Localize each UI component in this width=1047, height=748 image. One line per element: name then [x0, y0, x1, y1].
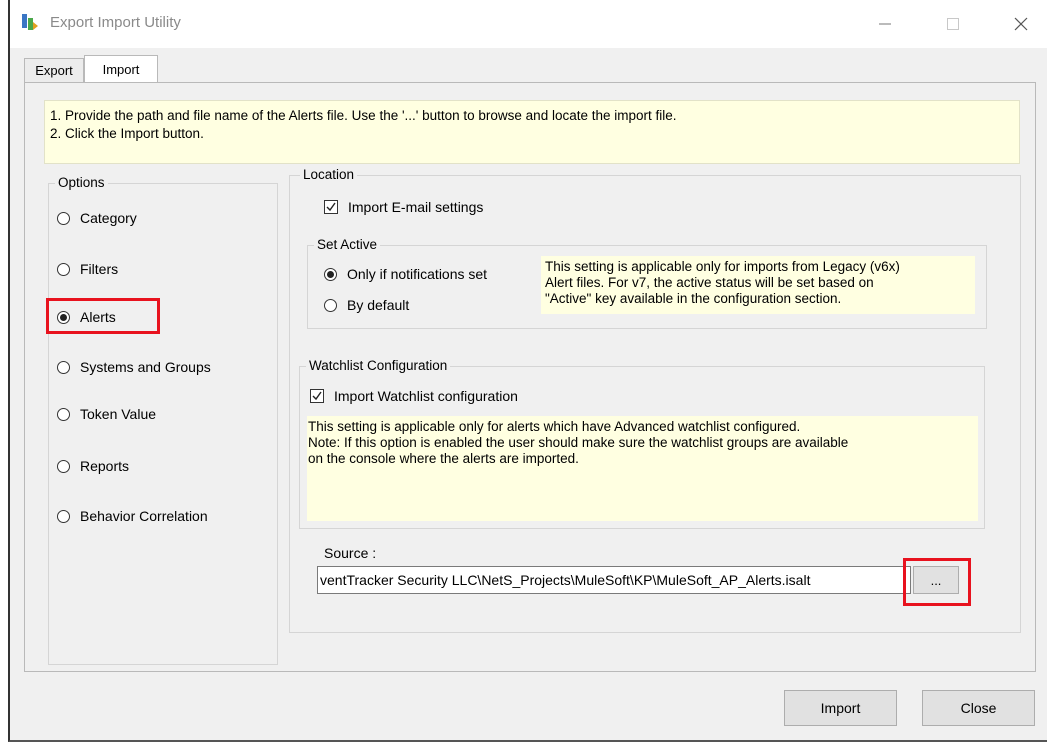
options-group: Options Category Filters Alerts Systems … [46, 174, 278, 665]
option-behavior-correlation[interactable]: Behavior Correlation [57, 508, 208, 524]
maximize-icon [947, 18, 959, 30]
option-reports[interactable]: Reports [57, 458, 129, 474]
instruction-line-1: 1. Provide the path and file name of the… [50, 108, 677, 123]
import-watchlist-configuration[interactable]: Import Watchlist configuration [310, 388, 518, 404]
options-group-label: Options [55, 174, 108, 192]
systems-and-groups-radio[interactable] [57, 360, 70, 374]
import-email-settings[interactable]: Import E-mail settings [324, 199, 483, 215]
import-watchlist-checkbox[interactable] [310, 389, 324, 403]
checkmark-icon [312, 391, 322, 401]
watchlist-note: This setting is applicable only for aler… [307, 416, 978, 521]
only-if-notifications-radio[interactable] [324, 267, 337, 281]
option-token-value[interactable]: Token Value [57, 406, 156, 422]
watchlist-group: Watchlist Configuration Import Watchlist… [299, 357, 985, 529]
minimize-icon [879, 23, 891, 25]
maximize-button[interactable] [930, 0, 976, 48]
only-if-notifications-label: Only if notifications set [347, 266, 488, 282]
by-default[interactable]: By default [324, 297, 409, 313]
alerts-highlight [46, 298, 160, 334]
option-label: Token Value [80, 406, 157, 422]
token-value-radio[interactable] [57, 407, 70, 421]
minimize-button[interactable] [862, 0, 908, 48]
option-label: Systems and Groups [80, 359, 211, 375]
app-icon [22, 14, 38, 30]
by-default-label: By default [347, 297, 410, 313]
set-active-group: Set Active Only if notifications set By … [307, 236, 987, 329]
only-if-notifications-set[interactable]: Only if notifications set [324, 266, 487, 282]
option-filters[interactable]: Filters [57, 261, 118, 277]
note-line: Alert files. For v7, the active status w… [545, 275, 874, 290]
option-label: Reports [80, 458, 130, 474]
set-active-label: Set Active [314, 236, 381, 254]
option-label: Category [80, 210, 137, 226]
note-line: This setting is applicable only for aler… [308, 419, 801, 434]
import-button[interactable]: Import [784, 690, 897, 726]
import-email-label: Import E-mail settings [348, 199, 484, 215]
close-window-button[interactable] [998, 0, 1044, 48]
import-watchlist-label: Import Watchlist configuration [334, 388, 518, 404]
filters-radio[interactable] [57, 262, 70, 276]
behavior-correlation-radio[interactable] [57, 509, 70, 523]
option-category[interactable]: Category [57, 210, 137, 226]
title-bar[interactable]: Export Import Utility [10, 0, 1047, 48]
instruction-line-2: 2. Click the Import button. [50, 126, 204, 141]
option-label: Filters [80, 261, 119, 277]
note-line: "Active" key available in the configurat… [545, 291, 842, 306]
close-icon [1014, 17, 1028, 31]
checkmark-icon [326, 202, 336, 212]
import-tab-panel: 1. Provide the path and file name of the… [24, 82, 1036, 672]
source-label: Source : [324, 545, 377, 561]
note-line: on the console where the alerts are impo… [308, 451, 579, 466]
tab-export[interactable]: Export [24, 58, 84, 82]
tab-import[interactable]: Import [84, 55, 158, 82]
reports-radio[interactable] [57, 459, 70, 473]
close-button[interactable]: Close [922, 690, 1035, 726]
note-line: This setting is applicable only for impo… [545, 259, 900, 274]
location-group-label: Location [300, 166, 358, 184]
note-line: Note: If this option is enabled the user… [308, 435, 849, 450]
watchlist-label: Watchlist Configuration [306, 357, 451, 375]
export-import-window: Export Import Utility Export Import 1. P… [8, 0, 1047, 742]
by-default-radio[interactable] [324, 298, 337, 312]
option-label: Behavior Correlation [80, 508, 208, 524]
browse-highlight [903, 558, 971, 606]
instructions-box: 1. Provide the path and file name of the… [44, 100, 1020, 164]
source-path-input[interactable]: ventTracker Security LLC\NetS_Projects\M… [317, 566, 911, 594]
set-active-note: This setting is applicable only for impo… [541, 256, 975, 314]
option-systems-and-groups[interactable]: Systems and Groups [57, 359, 211, 375]
window-title: Export Import Utility [50, 14, 181, 31]
category-radio[interactable] [57, 211, 70, 225]
import-email-checkbox[interactable] [324, 200, 338, 214]
